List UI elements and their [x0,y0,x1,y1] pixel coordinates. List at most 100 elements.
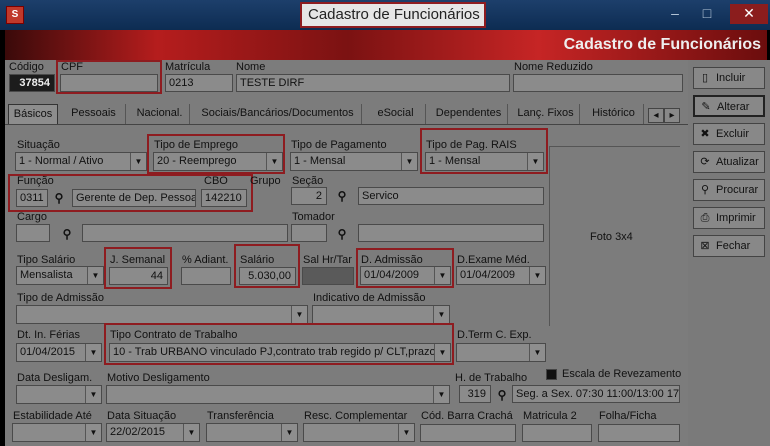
folha-field[interactable] [598,424,680,442]
chevron-down-icon[interactable]: ▼ [433,306,449,323]
cbo-field[interactable]: 142210 [201,189,247,207]
chevron-down-icon[interactable]: ▼ [433,386,449,403]
adiant-label: % Adiant. [182,254,229,266]
secao-binoculars-icon[interactable]: ⚲ [335,189,349,203]
chevron-down-icon[interactable]: ▼ [398,424,414,441]
transferencia-select[interactable]: ▼ [206,423,298,442]
imprimir-button[interactable]: ⎙ Imprimir [693,207,765,229]
tipo-contrato-select[interactable]: 10 - Trab URBANO vinculado PJ,contrato t… [109,343,451,362]
chevron-down-icon[interactable]: ▼ [281,424,297,441]
tomador-binoculars-icon[interactable]: ⚲ [335,227,349,241]
chevron-down-icon[interactable]: ▼ [529,267,545,284]
escala-checkbox[interactable] [546,369,557,380]
d-admissao-value: 01/04/2009 [364,269,420,281]
procurar-label: Procurar [716,184,759,196]
estabilidade-select[interactable]: ▼ [12,423,102,442]
d-exame-select[interactable]: 01/04/2009 ▼ [456,266,546,285]
resc-select[interactable]: ▼ [303,423,415,442]
salario-field[interactable]: 5.030,00 [239,267,296,285]
tab-scroll-right-icon[interactable]: ▸ [664,108,680,123]
chevron-down-icon[interactable]: ▼ [529,344,545,361]
motivo-deslig-select[interactable]: ▼ [106,385,450,404]
d-admissao-select[interactable]: 01/04/2009 ▼ [360,266,451,285]
chevron-down-icon[interactable]: ▼ [527,153,543,170]
tomador-label: Tomador [292,211,335,223]
chevron-down-icon[interactable]: ▼ [291,306,307,323]
chevron-down-icon[interactable]: ▼ [87,267,103,284]
fechar-button[interactable]: ⊠ Fechar [693,235,765,257]
cargo-code-field[interactable] [16,224,50,242]
h-trabalho-desc-field: Seg. a Sex. 07:30 11:00/13:00 17 [512,385,680,403]
excluir-button[interactable]: ✖ Excluir [693,123,765,145]
tipo-pag-rais-label: Tipo de Pag. RAIS [426,139,517,151]
cod-barra-label: Cód. Barra Crachá [421,410,513,422]
minimize-button[interactable]: – [662,4,688,24]
tab-nacional[interactable]: Nacional. [130,104,190,124]
tab-esocial[interactable]: eSocial [366,104,426,124]
d-exame-label: D.Exame Méd. [457,254,530,266]
tipo-admissao-select[interactable]: ▼ [16,305,308,324]
matricula-field[interactable]: 0213 [165,74,233,92]
h-trabalho-code-field[interactable]: 319 [459,385,491,403]
chevron-down-icon[interactable]: ▼ [434,344,450,361]
atualizar-label: Atualizar [716,156,759,168]
j-semanal-field[interactable]: 44 [109,267,168,285]
tipo-salario-select[interactable]: Mensalista ▼ [16,266,104,285]
secao-code-field[interactable]: 2 [291,187,327,205]
tab-pessoais[interactable]: Pessoais [62,104,126,124]
banner-title: Cadastro de Funcionários [563,36,761,53]
chevron-down-icon[interactable]: ▼ [434,267,450,284]
d-admissao-label: D. Admissão [361,254,423,266]
matricula2-field[interactable] [522,424,592,442]
refresh-icon: ⟳ [700,156,710,168]
tipo-emprego-select[interactable]: 20 - Reemprego ▼ [153,152,283,171]
chevron-down-icon[interactable]: ▼ [85,386,101,403]
nome-label: Nome [236,61,266,73]
tab-lanc-fixos[interactable]: Lanç. Fixos [512,104,580,124]
data-deslig-select[interactable]: ▼ [16,385,102,404]
close-button[interactable]: ✕ [730,4,768,24]
alterar-button[interactable]: ✎ Alterar [693,95,765,117]
chevron-down-icon[interactable]: ▼ [401,153,417,170]
tipo-pag-rais-select[interactable]: 1 - Mensal ▼ [425,152,544,171]
tomador-code-field[interactable] [291,224,327,242]
tab-dependentes[interactable]: Dependentes [430,104,508,124]
nome-field[interactable]: TESTE DIRF [236,74,510,92]
chevron-down-icon[interactable]: ▼ [130,153,146,170]
d-term-select[interactable]: ▼ [456,343,546,362]
photo-label: Foto 3x4 [590,231,633,243]
tab-historico[interactable]: Histórico [584,104,644,124]
dt-ferias-select[interactable]: 01/04/2015 ▼ [16,343,102,362]
chevron-down-icon[interactable]: ▼ [85,344,101,361]
chevron-down-icon[interactable]: ▼ [85,424,101,441]
cpf-field[interactable] [60,74,158,92]
cod-barra-field[interactable] [420,424,516,442]
atualizar-button[interactable]: ⟳ Atualizar [693,151,765,173]
funcao-binoculars-icon[interactable]: ⚲ [52,191,66,205]
data-deslig-label: Data Desligam. [17,372,93,384]
adiant-field[interactable] [181,267,231,285]
tab-basicos[interactable]: Básicos [8,104,58,124]
procurar-button[interactable]: ⚲ Procurar [693,179,765,201]
cargo-binoculars-icon[interactable]: ⚲ [60,227,74,241]
tomador-desc-field [358,224,544,242]
codigo-field[interactable]: 37854 [9,74,55,92]
escala-label: Escala de Revezamento [562,368,682,380]
maximize-button[interactable]: □ [694,4,720,24]
d-term-label: D.Term C. Exp. [457,329,532,341]
tab-sociais[interactable]: Sociais/Bancários/Documentos [194,104,362,124]
tipo-pagamento-select[interactable]: 1 - Mensal ▼ [290,152,418,171]
nome-reduzido-field[interactable] [513,74,683,92]
tab-scroll-left-icon[interactable]: ◂ [648,108,664,123]
indicativo-admissao-select[interactable]: ▼ [312,305,450,324]
incluir-button[interactable]: ▯ Incluir [693,67,765,89]
chevron-down-icon[interactable]: ▼ [183,424,199,441]
dt-ferias-label: Dt. In. Férias [17,329,80,341]
h-trabalho-binoculars-icon[interactable]: ⚲ [495,388,509,402]
situacao-select[interactable]: 1 - Normal / Ativo ▼ [15,152,147,171]
alterar-label: Alterar [717,101,750,113]
funcao-code-field[interactable]: 0311 [16,189,48,207]
transferencia-label: Transferência [207,410,274,422]
data-situacao-select[interactable]: 22/02/2015 ▼ [106,423,200,442]
chevron-down-icon[interactable]: ▼ [266,153,282,170]
